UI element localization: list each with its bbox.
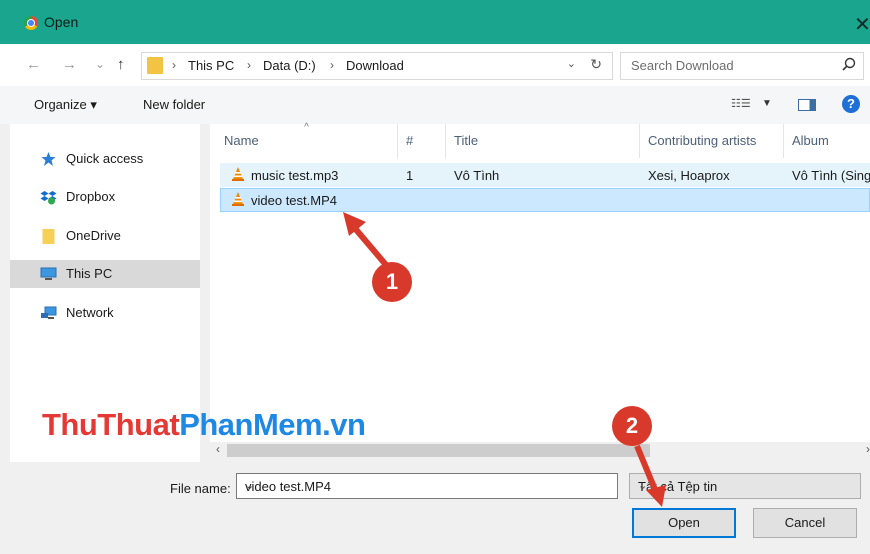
breadcrumb-download[interactable]: Download <box>346 58 404 73</box>
view-dropdown-icon[interactable]: ▼ <box>762 98 772 109</box>
column-label: # <box>406 133 414 148</box>
new-folder-button[interactable]: New folder <box>143 97 205 112</box>
column-header-title[interactable]: Title <box>446 124 640 158</box>
column-label: Album <box>792 133 829 148</box>
scroll-left-icon[interactable]: ‹ <box>216 442 220 456</box>
column-header-album[interactable]: Album <box>784 124 870 158</box>
address-bar-row: ← → ⌄ ↑ › This PC › Data (D:) › Download… <box>0 44 870 86</box>
recent-locations-icon[interactable]: ⌄ <box>95 57 105 71</box>
folder-icon <box>147 57 163 74</box>
network-icon <box>41 306 57 319</box>
cancel-button[interactable]: Cancel <box>753 508 857 538</box>
vlc-icon <box>232 192 244 206</box>
breadcrumb-separator: › <box>247 58 251 72</box>
star-icon <box>41 152 56 166</box>
breadcrumb-data-d[interactable]: Data (D:) <box>263 58 316 73</box>
sidebar-item-dropbox[interactable]: Dropbox <box>10 183 200 211</box>
help-icon[interactable]: ? <box>842 95 860 113</box>
open-file-dialog: Open ✕ ← → ⌄ ↑ › This PC › Data (D:) › D… <box>0 0 870 554</box>
open-button[interactable]: Open <box>632 508 736 538</box>
file-name-input[interactable]: video test.MP4 ⌄ <box>236 473 618 499</box>
forward-arrow-icon[interactable]: → <box>62 56 77 73</box>
sidebar-item-label: Dropbox <box>66 189 116 204</box>
annotation-badge-2: 2 <box>612 406 652 446</box>
sidebar-item-network[interactable]: Network <box>10 299 200 327</box>
address-box[interactable]: › This PC › Data (D:) › Download ⌄ ↻ <box>141 52 613 80</box>
column-header-name[interactable]: Name ^ <box>210 122 398 158</box>
search-box[interactable]: Search Download <box>620 52 864 80</box>
table-row[interactable]: music test.mp3 1 Vô Tình Xesi, Hoaprox V… <box>220 163 870 187</box>
breadcrumb-separator: › <box>330 58 334 72</box>
dropbox-icon <box>40 191 57 205</box>
column-header-number[interactable]: # <box>398 124 446 158</box>
sort-ascending-icon: ^ <box>304 122 309 133</box>
sidebar-item-label: Quick access <box>66 151 144 166</box>
view-options-icon[interactable]: ☷☰ <box>731 97 751 110</box>
computer-icon <box>40 267 57 280</box>
column-label: Title <box>454 133 479 148</box>
chrome-icon <box>24 16 38 30</box>
column-label: Contributing artists <box>648 133 757 148</box>
annotation-badge-1: 1 <box>372 262 412 302</box>
scrollbar-thumb[interactable] <box>227 444 650 457</box>
sidebar-item-quick-access[interactable]: Quick access <box>10 145 200 173</box>
address-dropdown-icon[interactable]: ⌄ <box>567 57 576 70</box>
file-track-number: 1 <box>406 168 414 183</box>
column-header-artists[interactable]: Contributing artists <box>640 124 784 158</box>
file-name-label: File name: <box>170 481 231 496</box>
folder-icon <box>42 229 55 244</box>
title-bar: Open ✕ <box>0 0 870 44</box>
table-row-selected[interactable]: video test.MP4 <box>220 188 870 212</box>
scroll-right-icon[interactable]: › <box>866 442 870 456</box>
file-artists: Xesi, Hoaprox <box>648 168 730 183</box>
file-album: Vô Tình (Sing <box>792 168 870 183</box>
file-title: Vô Tình <box>454 168 500 183</box>
sidebar-item-label: OneDrive <box>66 228 121 243</box>
watermark: ThuThuatPhanMem.vn <box>42 407 366 443</box>
horizontal-scrollbar[interactable]: ‹ › <box>210 442 870 459</box>
sidebar-item-onedrive[interactable]: OneDrive <box>10 222 200 250</box>
watermark-part1: ThuThuat <box>42 407 180 442</box>
search-icon <box>842 57 856 71</box>
close-icon[interactable]: ✕ <box>854 12 870 37</box>
back-arrow-icon[interactable]: ← <box>26 56 41 73</box>
sidebar-item-label: This PC <box>66 266 113 281</box>
watermark-part2: PhanMem.vn <box>179 407 366 442</box>
file-name: music test.mp3 <box>251 168 339 183</box>
breadcrumb-separator: › <box>172 58 176 72</box>
chevron-down-icon: ⌄ <box>638 480 648 492</box>
vlc-icon <box>232 167 244 181</box>
chevron-down-icon[interactable]: ⌄ <box>245 479 611 492</box>
file-type-select[interactable]: Tất cả Tệp tin ⌄ <box>629 473 861 499</box>
breadcrumb-this-pc[interactable]: This PC <box>188 58 234 73</box>
search-placeholder: Search Download <box>631 58 734 73</box>
column-label: Name <box>224 133 259 148</box>
window-title: Open <box>44 14 79 30</box>
command-bar: Organize ▾ New folder ☷☰ ▼ ? <box>0 86 870 124</box>
organize-button[interactable]: Organize ▾ <box>34 97 97 113</box>
up-arrow-icon[interactable]: ↑ <box>117 56 125 73</box>
sidebar-item-this-pc[interactable]: This PC <box>10 260 200 288</box>
refresh-icon[interactable]: ↻ <box>590 56 602 73</box>
preview-pane-icon[interactable] <box>798 99 816 111</box>
sidebar-item-label: Network <box>66 305 114 320</box>
file-name: video test.MP4 <box>251 193 337 208</box>
file-list: Name ^ # Title Contributing artists Albu… <box>210 122 870 442</box>
